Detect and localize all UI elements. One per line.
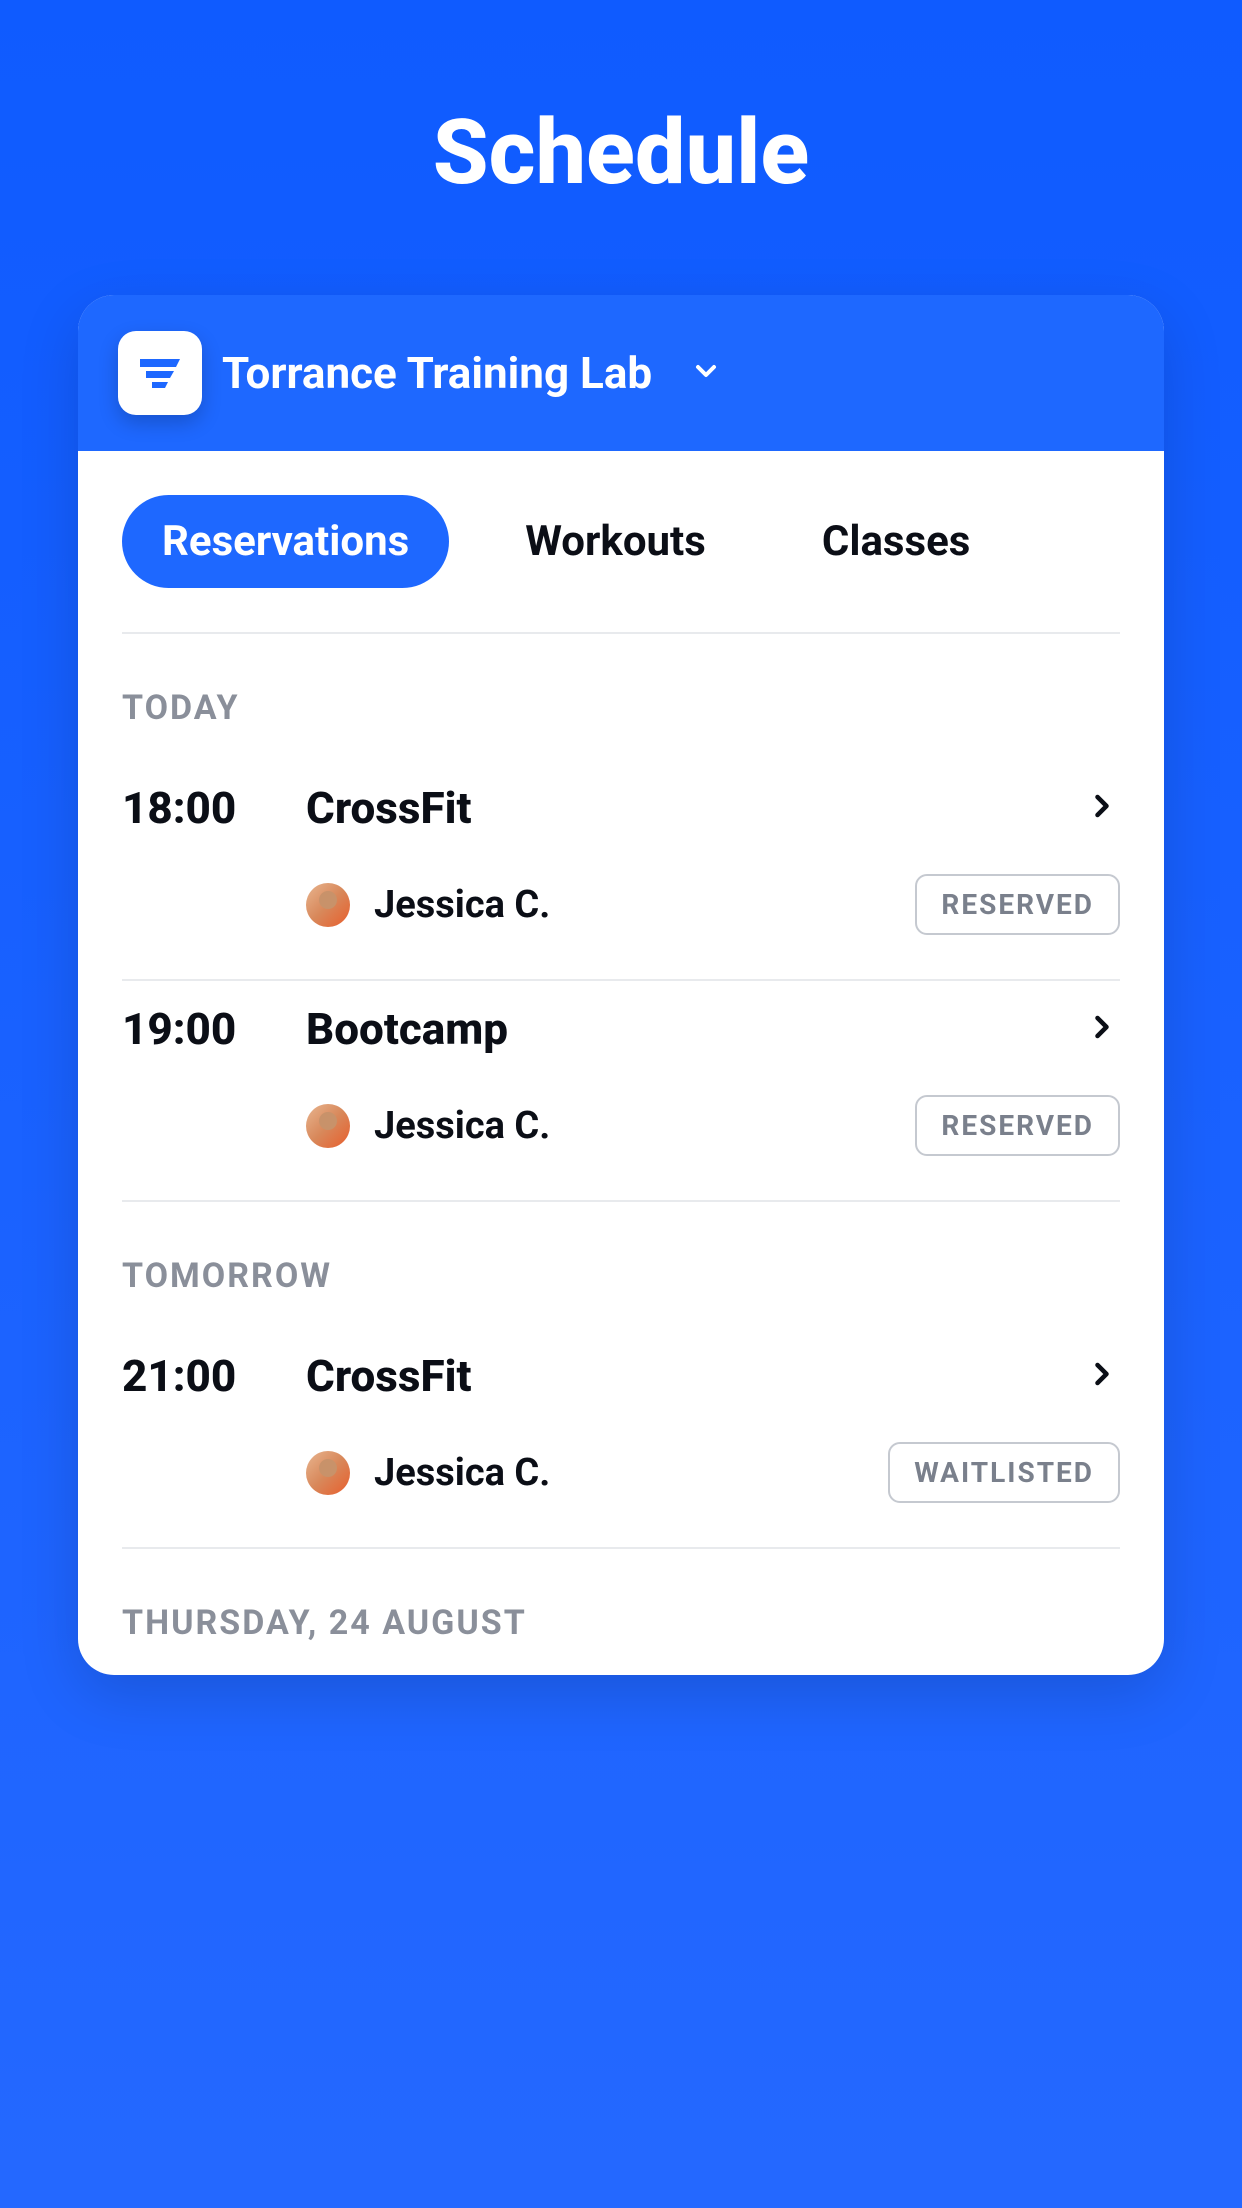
chevron-right-icon — [1084, 1009, 1120, 1049]
page-title: Schedule — [0, 0, 1242, 295]
class-name: CrossFit — [306, 782, 1084, 834]
section-header-today: TODAY — [78, 634, 1164, 760]
class-name: Bootcamp — [306, 1003, 1084, 1055]
class-row[interactable]: 19:00 Bootcamp — [122, 1003, 1120, 1055]
location-selector[interactable]: Torrance Training Lab — [78, 295, 1164, 451]
tab-reservations[interactable]: Reservations — [122, 495, 449, 588]
class-row[interactable]: 21:00 CrossFit — [122, 1350, 1120, 1402]
location-name: Torrance Training Lab — [222, 347, 652, 399]
class-item[interactable]: 18:00 CrossFit Jessica C. RESERVED — [78, 760, 1164, 979]
app-logo-icon — [118, 331, 202, 415]
status-badge: RESERVED — [915, 1095, 1120, 1156]
chevron-right-icon — [1084, 788, 1120, 828]
chevron-right-icon — [1084, 1356, 1120, 1396]
tab-workouts[interactable]: Workouts — [485, 495, 746, 588]
tab-classes[interactable]: Classes — [782, 495, 1010, 588]
instructor-name: Jessica C. — [374, 1451, 888, 1495]
section-header-thursday: THURSDAY, 24 AUGUST — [78, 1549, 1164, 1675]
section-header-tomorrow: TOMORROW — [78, 1202, 1164, 1328]
class-row[interactable]: 18:00 CrossFit — [122, 782, 1120, 834]
class-time: 18:00 — [122, 782, 306, 834]
instructor-row: Jessica C. RESERVED — [122, 1055, 1120, 1200]
avatar — [306, 1104, 350, 1148]
status-badge: RESERVED — [915, 874, 1120, 935]
class-item[interactable]: 19:00 Bootcamp Jessica C. RESERVED — [78, 981, 1164, 1200]
schedule-card: Torrance Training Lab Reservations Worko… — [78, 295, 1164, 1675]
class-name: CrossFit — [306, 1350, 1084, 1402]
instructor-name: Jessica C. — [374, 1104, 915, 1148]
status-badge: WAITLISTED — [888, 1442, 1120, 1503]
instructor-name: Jessica C. — [374, 883, 915, 927]
class-time: 21:00 — [122, 1350, 306, 1402]
instructor-row: Jessica C. RESERVED — [122, 834, 1120, 979]
instructor-row: Jessica C. WAITLISTED — [122, 1402, 1120, 1547]
chevron-down-icon — [690, 355, 722, 391]
class-time: 19:00 — [122, 1003, 306, 1055]
class-item[interactable]: 21:00 CrossFit Jessica C. WAITLISTED — [78, 1328, 1164, 1547]
avatar — [306, 883, 350, 927]
avatar — [306, 1451, 350, 1495]
tabs: Reservations Workouts Classes — [78, 451, 1164, 588]
